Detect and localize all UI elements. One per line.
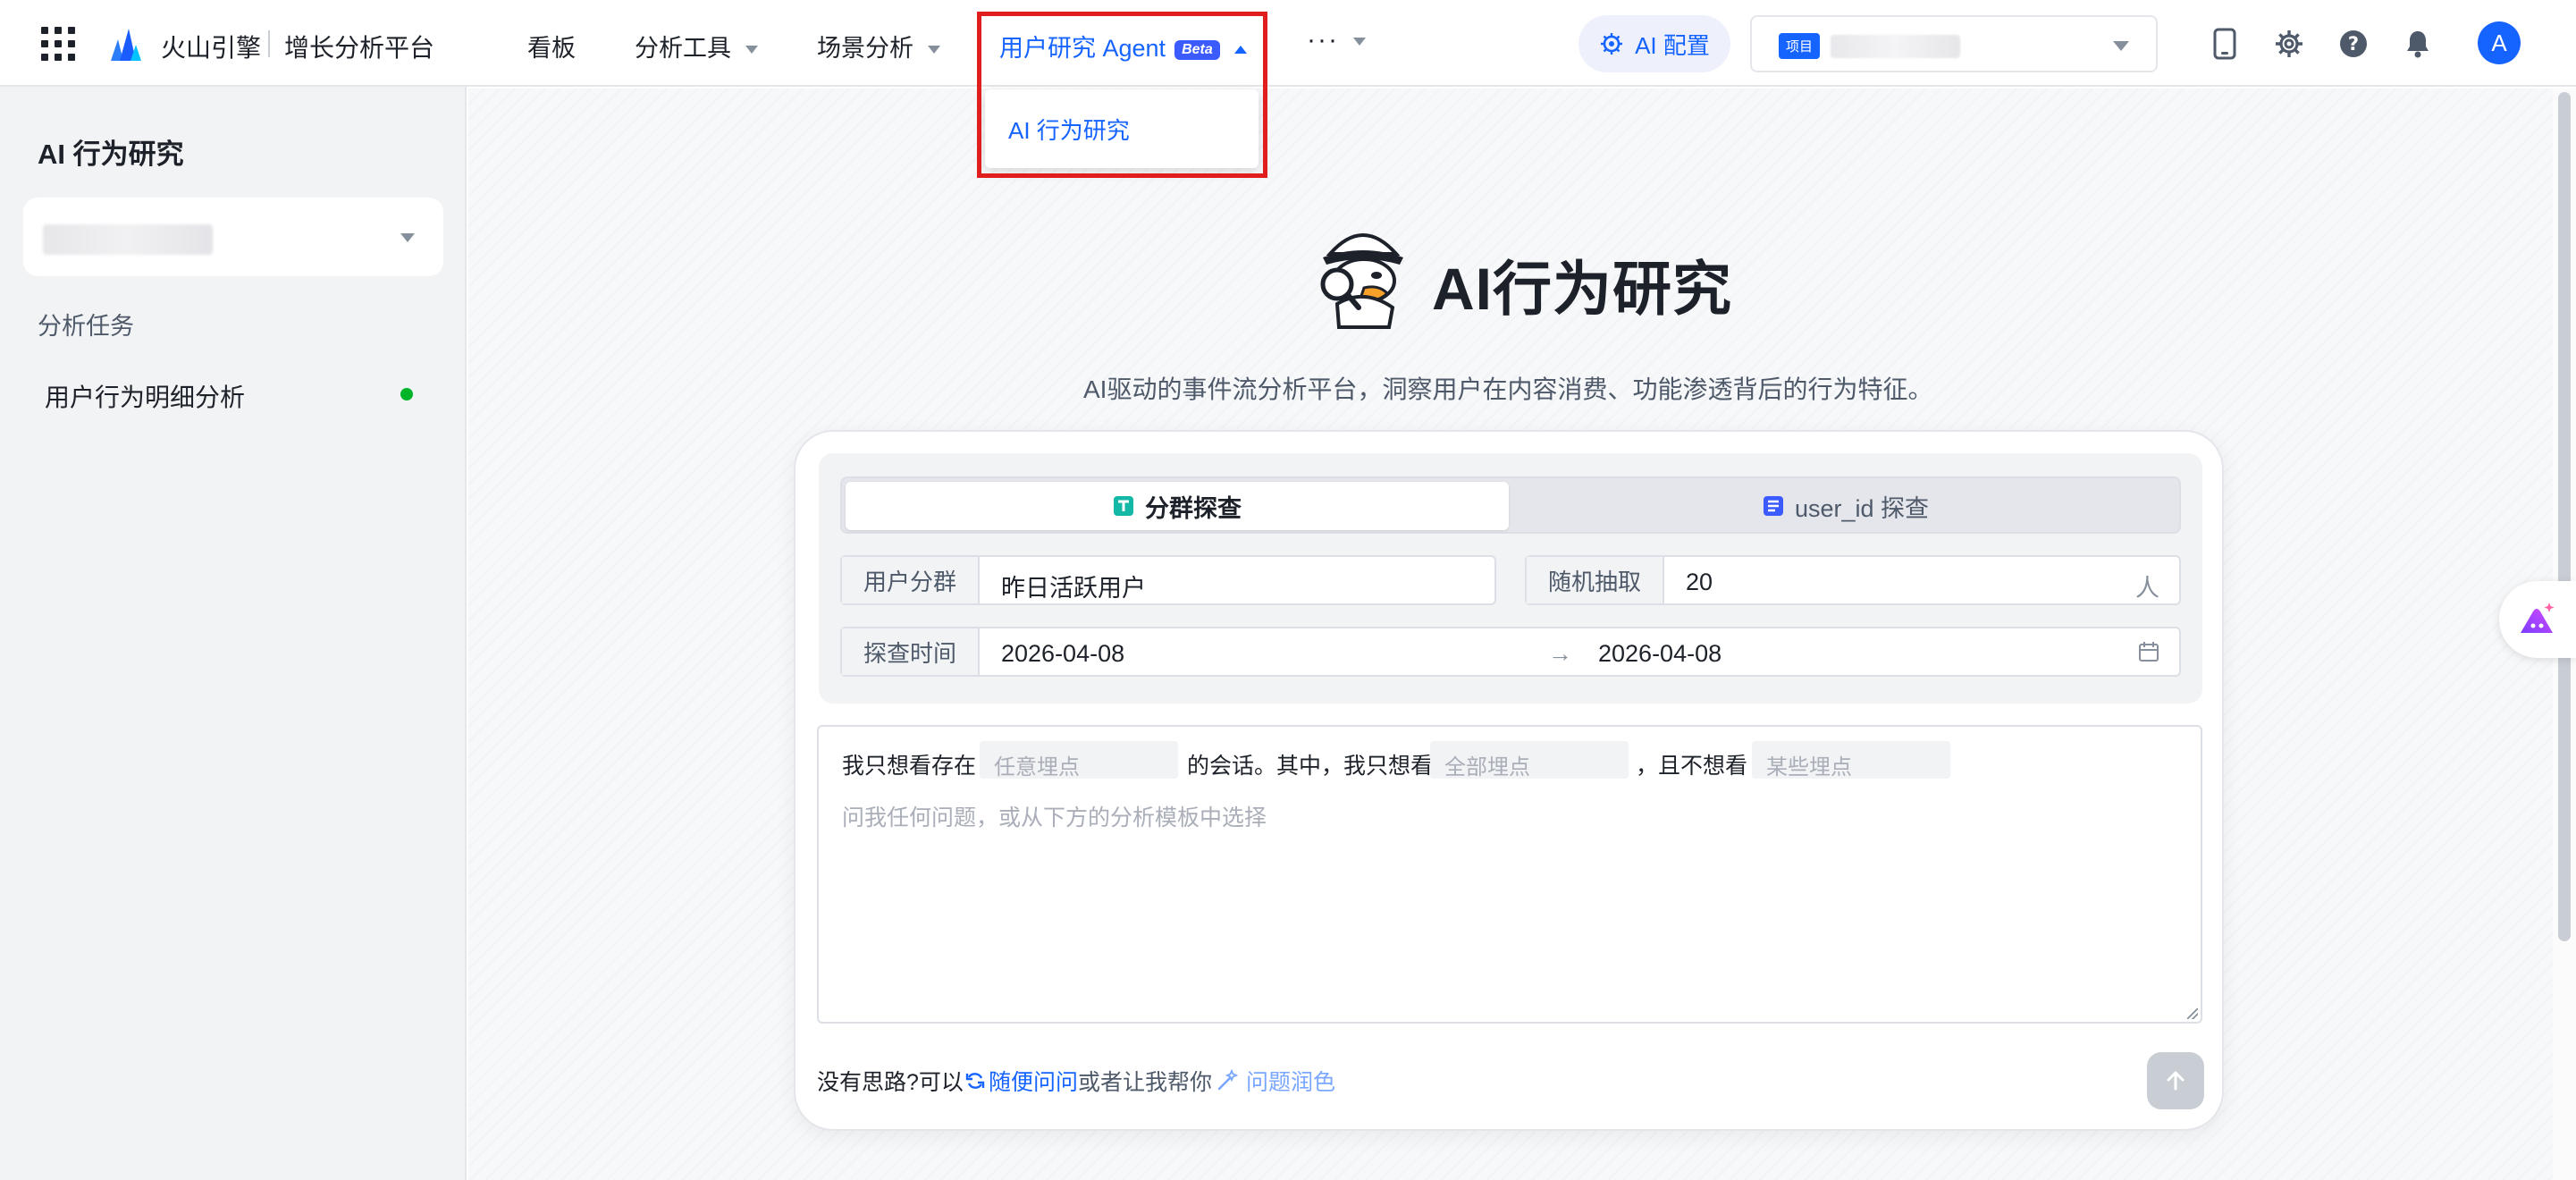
- sidebar-selector-value-redacted: [43, 224, 213, 255]
- nav-user-research-agent[interactable]: 用户研究 Agent Beta: [999, 29, 1247, 63]
- gear-icon[interactable]: [2272, 27, 2306, 61]
- nav-more[interactable]: ···: [1307, 25, 1366, 55]
- sample-field[interactable]: 随机抽取 20 人: [1525, 555, 2181, 605]
- arrow-right-icon: →: [1548, 640, 1572, 667]
- hint-prefix: 没有思路?可以: [817, 1070, 964, 1095]
- volcengine-logo-icon: [111, 29, 141, 61]
- tab-segment-explore[interactable]: 分群探查: [846, 482, 1509, 530]
- project-name-redacted: [1831, 35, 1960, 58]
- brand-name: 火山引擎: [161, 34, 262, 62]
- list-icon: [1763, 496, 1783, 516]
- agent-dropdown-menu: AI 行为研究: [985, 89, 1259, 168]
- filter-text: 的会话。其中，我只想看: [1187, 754, 1434, 779]
- nav-dashboard[interactable]: 看板: [527, 29, 576, 63]
- project-tag: 项目: [1779, 33, 1821, 59]
- sample-unit: 人: [2135, 575, 2159, 602]
- chevron-down-icon: [1352, 37, 1366, 46]
- page-subtitle: AI驱动的事件流分析平台，洞察用户在内容消费、功能渗透背后的行为特征。: [1083, 375, 1933, 403]
- filter-text: ，且不想看: [1636, 754, 1748, 779]
- random-ask-label: 随便问问: [989, 1070, 1079, 1095]
- arrow-up-icon: [2167, 1071, 2185, 1091]
- top-navigation-bar: 火山引擎 增长分析平台 看板 分析工具 场景分析 用户研究 Agent Beta …: [0, 0, 2576, 178]
- filter-text: 我只想看存在: [842, 754, 977, 779]
- chevron-up-icon: [1233, 46, 1247, 55]
- event-filter-any[interactable]: 任意埋点: [980, 741, 1178, 780]
- sidebar-task-item[interactable]: 用户行为明细分析: [23, 360, 443, 425]
- chevron-down-icon: [928, 46, 940, 55]
- ai-assistant-icon: [2521, 603, 2555, 633]
- question-input-placeholder[interactable]: 问我任何问题，或从下方的分析模板中选择: [842, 800, 1267, 832]
- tab-userid-explore[interactable]: user_id 探查: [1514, 482, 2177, 530]
- project-selector[interactable]: 项目: [1750, 15, 2158, 72]
- ai-gear-icon: [1601, 33, 1623, 55]
- bell-icon[interactable]: [2401, 27, 2435, 61]
- svg-text:?: ?: [2348, 33, 2359, 55]
- magic-wand-icon: [1217, 1069, 1239, 1091]
- nav-scene-analysis[interactable]: 场景分析: [817, 29, 940, 63]
- refresh-icon: [965, 1073, 985, 1089]
- ai-config-label: AI 配置: [1635, 31, 1710, 59]
- research-card: 分群探查 user_id 探查 用户分群 昨日活跃用户 随机抽取 20 人 探查…: [794, 430, 2224, 1131]
- beta-badge: Beta: [1174, 40, 1220, 60]
- chevron-down-icon: [2113, 41, 2129, 51]
- event-filter-include[interactable]: 全部埋点: [1430, 741, 1629, 780]
- mobile-icon[interactable]: [2208, 27, 2242, 61]
- scrollbar-thumb[interactable]: [2558, 92, 2571, 941]
- end-date[interactable]: 2026-04-08: [1598, 640, 1722, 668]
- question-composer[interactable]: 我只想看存在 任意埋点 的会话。其中，我只想看 全部埋点 ，且不想看 某些埋点 …: [817, 725, 2202, 1024]
- sidebar-section-label: 分析任务: [38, 313, 134, 340]
- segment-field[interactable]: 用户分群 昨日活跃用户: [840, 555, 1496, 605]
- page-title: AI行为研究: [1432, 256, 1732, 322]
- polish-question-link[interactable]: 问题润色: [1216, 1065, 1335, 1097]
- date-range-field[interactable]: 探查时间 2026-04-08 → 2026-04-08: [840, 627, 2181, 677]
- platform-name: 增长分析平台: [284, 34, 435, 62]
- sidebar: AI 行为研究 分析任务 用户行为明细分析: [0, 87, 467, 1180]
- random-ask-link[interactable]: 随便问问: [965, 1065, 1078, 1097]
- tag-icon: [1114, 496, 1133, 516]
- ai-config-button[interactable]: AI 配置: [1578, 15, 1730, 72]
- menu-item-ai-behavior-research[interactable]: AI 行为研究: [1008, 113, 1130, 146]
- sidebar-title: AI 行为研究: [38, 139, 184, 170]
- tab-label: user_id 探查: [1794, 494, 1930, 522]
- event-filter-exclude[interactable]: 某些埋点: [1752, 741, 1950, 780]
- user-avatar[interactable]: A: [2478, 21, 2521, 64]
- ai-assistant-float-button[interactable]: [2499, 581, 2576, 658]
- chevron-down-icon: [400, 233, 415, 242]
- app-grid-icon[interactable]: [41, 27, 75, 61]
- detective-duck-icon: [1320, 233, 1403, 329]
- help-icon[interactable]: ?: [2336, 27, 2370, 61]
- config-panel: 分群探查 user_id 探查 用户分群 昨日活跃用户 随机抽取 20 人 探查…: [819, 453, 2202, 704]
- sample-value: 20: [1686, 569, 1713, 595]
- hint-middle: 或者让我帮你: [1078, 1070, 1213, 1095]
- tab-label: 分群探查: [1145, 494, 1242, 522]
- sidebar-selector[interactable]: [23, 198, 443, 276]
- sidebar-task-label: 用户行为明细分析: [45, 384, 246, 411]
- start-date[interactable]: 2026-04-08: [1001, 640, 1124, 668]
- send-button[interactable]: [2147, 1052, 2204, 1109]
- sample-label: 随机抽取: [1527, 557, 1664, 603]
- resize-handle-icon[interactable]: [2187, 1008, 2198, 1019]
- nav-analysis-tools[interactable]: 分析工具: [635, 29, 758, 63]
- brand-divider: [268, 30, 270, 57]
- polish-label: 问题润色: [1246, 1070, 1336, 1095]
- calendar-icon[interactable]: [2138, 641, 2159, 662]
- chevron-down-icon: [745, 46, 758, 55]
- status-dot: [400, 388, 413, 400]
- segment-value: 昨日活跃用户: [1001, 575, 1146, 602]
- segment-label: 用户分群: [842, 557, 980, 603]
- mode-tabs: 分群探查 user_id 探查: [840, 476, 2181, 534]
- time-label: 探查时间: [842, 628, 980, 675]
